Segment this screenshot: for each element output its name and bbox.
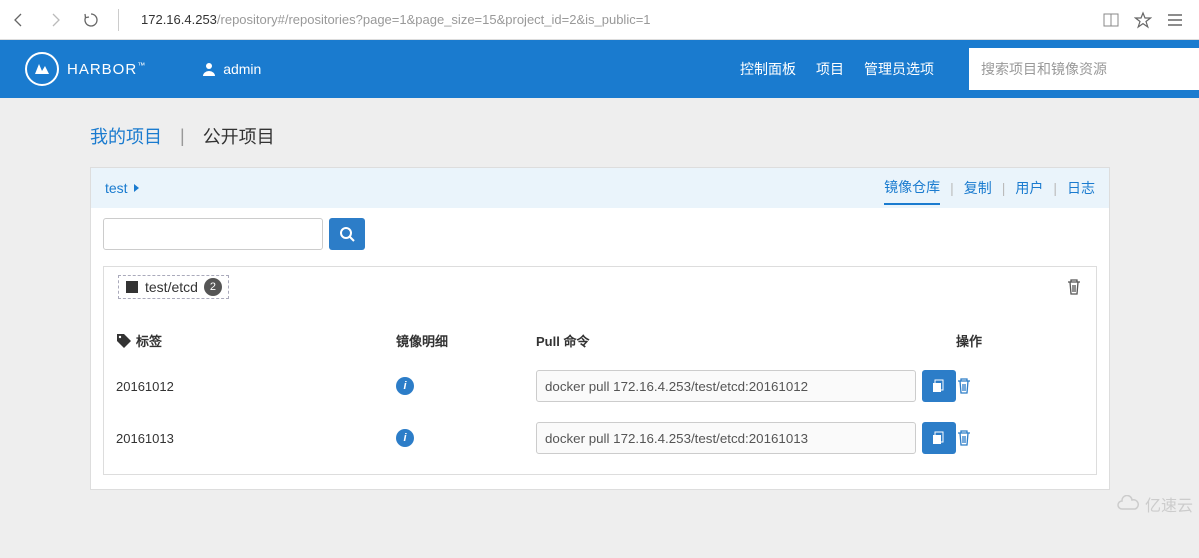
username: admin: [223, 61, 261, 77]
subtab-repos[interactable]: 镜像仓库: [884, 177, 940, 205]
tag-count-badge: 2: [204, 278, 222, 296]
tag-icon: [116, 333, 132, 349]
header-nav: 控制面板 项目 管理员选项: [740, 48, 1199, 90]
delete-tag-button[interactable]: [956, 377, 1076, 395]
repo-search-input[interactable]: [103, 218, 323, 250]
tag-value: 20161012: [116, 379, 396, 394]
project-panel: test 镜像仓库 | 复制 | 用户 | 日志: [90, 167, 1110, 490]
tag-table: 标签 镜像明细 Pull 命令 操作 20161012 i: [104, 307, 1096, 474]
pull-command-input[interactable]: [536, 422, 916, 454]
table-row: 20161013 i: [108, 412, 1092, 464]
project-crumb: test 镜像仓库 | 复制 | 用户 | 日志: [91, 168, 1109, 208]
breadcrumb-project: test: [105, 180, 128, 196]
nav-projects[interactable]: 项目: [816, 59, 844, 79]
divider: [118, 9, 119, 31]
user-menu[interactable]: admin: [201, 61, 261, 77]
repo-detail: test/etcd 2 标签 镜像明细 Pull 命令: [103, 266, 1097, 475]
info-button[interactable]: i: [396, 429, 414, 447]
logo-text: HARBOR™: [67, 61, 146, 78]
search-icon: [339, 226, 355, 242]
table-row: 20161012 i: [108, 360, 1092, 412]
forward-icon[interactable]: [46, 11, 64, 29]
page-body: 我的项目 | 公开项目 test 镜像仓库 | 复制 | 用户 | 日志: [0, 98, 1199, 558]
favorite-icon[interactable]: [1134, 11, 1152, 29]
header-pull: Pull 命令: [536, 331, 956, 350]
caret-right-icon: [133, 183, 141, 193]
copy-icon: [932, 379, 946, 393]
tab-public-projects[interactable]: 公开项目: [203, 123, 275, 149]
refresh-icon[interactable]: [82, 11, 100, 29]
url-bar[interactable]: 172.16.4.253/repository#/repositories?pa…: [137, 8, 1084, 31]
tab-my-projects[interactable]: 我的项目: [90, 123, 162, 149]
copy-button[interactable]: [922, 370, 956, 402]
back-icon[interactable]: [10, 11, 28, 29]
nav-dashboard[interactable]: 控制面板: [740, 59, 796, 79]
nav-admin[interactable]: 管理员选项: [864, 59, 934, 79]
header-detail: 镜像明细: [396, 331, 536, 350]
app-header: HARBOR™ admin 控制面板 项目 管理员选项: [0, 40, 1199, 98]
project-subtabs: 镜像仓库 | 复制 | 用户 | 日志: [884, 177, 1095, 199]
table-header: 标签 镜像明细 Pull 命令 操作: [108, 321, 1092, 360]
delete-tag-button[interactable]: [956, 429, 1076, 447]
watermark: 亿速云: [1115, 492, 1193, 516]
menu-icon[interactable]: [1166, 11, 1184, 29]
header-tag: 标签: [116, 331, 396, 350]
subtab-logs[interactable]: 日志: [1067, 178, 1095, 198]
url-path: /repository#/repositories?page=1&page_si…: [217, 12, 651, 27]
subtab-users[interactable]: 用户: [1015, 178, 1043, 198]
copy-icon: [932, 431, 946, 445]
repo-name-chip[interactable]: test/etcd 2: [118, 275, 229, 299]
divider: |: [180, 126, 185, 147]
repo-search-button[interactable]: [329, 218, 365, 250]
subtab-replication[interactable]: 复制: [964, 178, 992, 198]
logo-icon: [25, 52, 59, 86]
project-tabs: 我的项目 | 公开项目: [90, 123, 1199, 149]
header-ops: 操作: [956, 331, 1076, 350]
logo[interactable]: HARBOR™: [25, 52, 146, 86]
reading-icon[interactable]: [1102, 11, 1120, 29]
cloud-icon: [1115, 495, 1141, 513]
chrome-right-icons: [1102, 11, 1184, 29]
trash-icon: [956, 377, 972, 395]
repo-header: test/etcd 2: [104, 267, 1096, 307]
repo-search-row: [91, 208, 1109, 260]
browser-chrome: 172.16.4.253/repository#/repositories?pa…: [0, 0, 1199, 40]
delete-repo-button[interactable]: [1066, 278, 1082, 296]
layers-icon: [125, 280, 139, 294]
global-search: [969, 48, 1199, 90]
url-host: 172.16.4.253: [141, 12, 217, 27]
trash-icon: [1066, 278, 1082, 296]
tag-value: 20161013: [116, 431, 396, 446]
trash-icon: [956, 429, 972, 447]
pull-command-input[interactable]: [536, 370, 916, 402]
search-input[interactable]: [981, 61, 1187, 77]
repo-name: test/etcd: [145, 279, 198, 295]
info-button[interactable]: i: [396, 377, 414, 395]
copy-button[interactable]: [922, 422, 956, 454]
breadcrumb[interactable]: test: [105, 180, 141, 196]
user-icon: [201, 61, 217, 77]
